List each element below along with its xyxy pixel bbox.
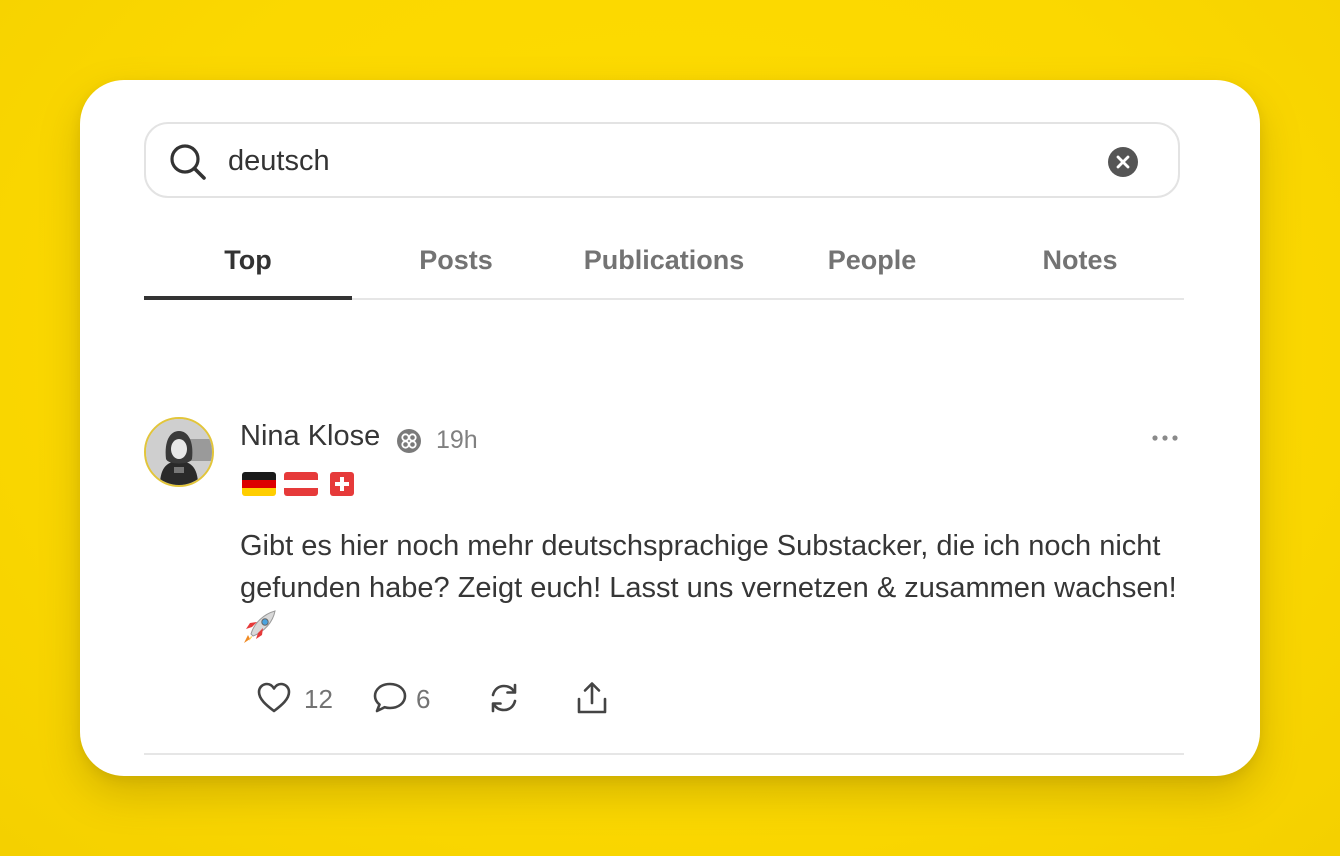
like-button[interactable]: 12 (256, 678, 336, 722)
restack-button[interactable] (486, 678, 526, 722)
like-count: 12 (304, 684, 333, 714)
avatar[interactable] (144, 417, 214, 487)
germany-flag-icon (242, 472, 276, 496)
more-options-icon[interactable] (1150, 426, 1180, 450)
share-icon (577, 682, 607, 714)
close-icon (1116, 155, 1130, 169)
switzerland-flag-icon (330, 472, 354, 496)
note-text: Gibt es hier noch mehr deutschsprachige … (240, 530, 1177, 604)
tab-posts[interactable]: Posts (352, 230, 560, 298)
search-results-card: Top Posts Publications People Notes Nina… (80, 80, 1260, 776)
clear-search-button[interactable] (1108, 147, 1138, 177)
divider (144, 753, 1184, 755)
flag-list (242, 472, 354, 496)
note-body: Gibt es hier noch mehr deutschsprachige … (240, 525, 1200, 651)
search-icon (170, 144, 206, 180)
search-input[interactable] (226, 138, 1090, 184)
tab-notes[interactable]: Notes (976, 230, 1184, 298)
rocket-icon (244, 610, 276, 643)
tab-publications[interactable]: Publications (560, 230, 768, 298)
timestamp: 19h (436, 426, 478, 454)
share-button[interactable] (574, 678, 614, 722)
tab-people[interactable]: People (768, 230, 976, 298)
restack-icon (491, 683, 517, 713)
author-name[interactable]: Nina Klose (240, 420, 380, 453)
comment-button[interactable]: 6 (372, 678, 442, 722)
heart-icon (257, 682, 291, 713)
avatar-photo (146, 419, 212, 485)
comment-count: 6 (416, 684, 431, 714)
austria-flag-icon (284, 472, 318, 496)
subscriber-badge-icon (397, 429, 421, 453)
comment-icon (373, 682, 407, 713)
tab-top[interactable]: Top (144, 230, 352, 300)
search-bar[interactable] (144, 122, 1180, 198)
search-tabs: Top Posts Publications People Notes (144, 230, 1184, 300)
